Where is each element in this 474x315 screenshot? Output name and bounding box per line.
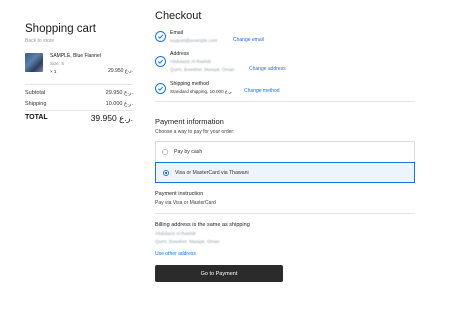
payment-title: Payment information (155, 117, 224, 126)
billing-line2: Qurm, Bowsher, Masqat, Oman (155, 239, 220, 244)
change-address-link[interactable]: Change address (249, 66, 286, 72)
pay-by-cash-label: Pay by cash (174, 148, 203, 155)
check-icon (155, 31, 166, 42)
email-step-label: Email (170, 30, 183, 36)
shipping-method-step-label: Shipping method (170, 81, 209, 87)
email-step-value: support@example.com (170, 38, 218, 43)
payment-instruction-title: Payment instruction (155, 191, 204, 197)
shipping-label: Shipping (25, 101, 47, 107)
product-size: Size: S (50, 61, 65, 66)
checkout-title: Checkout (155, 10, 202, 22)
address-step-label: Address (170, 51, 190, 57)
pay-by-cash-option[interactable]: Pay by cash (155, 141, 415, 162)
total-label: TOTAL (25, 114, 48, 121)
visa-mastercard-option[interactable]: Visa or MasterCard via Thawani (155, 162, 415, 183)
divider (155, 101, 415, 102)
cart-title: Shopping cart (25, 23, 96, 35)
divider (25, 110, 133, 111)
use-other-address-link[interactable]: Use other address (155, 251, 196, 257)
payment-subtitle: Choose a way to pay for your order: (155, 129, 235, 135)
radio-button[interactable] (162, 148, 168, 155)
check-icon (155, 83, 166, 94)
total-value: 39.950 ر.ع. (90, 113, 133, 123)
divider (155, 213, 415, 214)
product-thumbnail (25, 53, 43, 72)
visa-mastercard-label: Visa or MasterCard via Thawani (175, 169, 249, 176)
change-method-link[interactable]: Change method (244, 88, 280, 94)
change-email-link[interactable]: Change email (233, 37, 264, 43)
divider (25, 84, 133, 85)
check-icon (155, 56, 166, 67)
radio-button-selected[interactable] (163, 169, 169, 176)
subtotal-label: Subtotal (25, 90, 46, 96)
payment-instruction-text: Pay via Visa or MasterCard (155, 200, 216, 206)
billing-title: Billing address is the same as shipping (155, 222, 250, 228)
address-line1: Abdulaziz Al Rashdi (170, 59, 211, 64)
go-to-payment-button[interactable]: Go to Payment (155, 265, 283, 282)
address-line2: Qurm, Bowsher, Masqat, Oman (170, 67, 235, 72)
shipping-method-value: Standard shipping, 10.000 ر.ع. (170, 89, 233, 94)
shipping-value: 10.000 ر.ع. (105, 101, 133, 107)
subtotal-value: 29.950 ر.ع. (105, 90, 133, 96)
billing-line1: Abdulaziz Al Rashdi (155, 231, 196, 236)
product-price: 29.950 ر.ع. (108, 68, 133, 74)
product-quantity: × 1 (50, 69, 57, 74)
product-name: SAMPLE, Blue Flannel (50, 53, 101, 59)
back-to-store-link[interactable]: Back to store (25, 38, 54, 44)
